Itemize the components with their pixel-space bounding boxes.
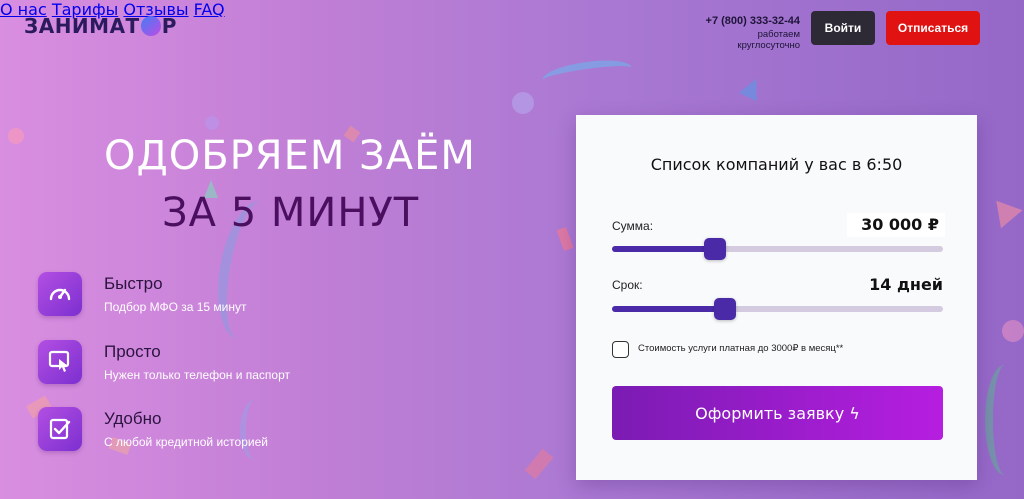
phone-note: работаем круглосуточно	[737, 29, 800, 51]
term-slider-handle[interactable]	[714, 298, 736, 320]
speedometer-icon	[38, 272, 82, 316]
nav-link-faq[interactable]: FAQ	[194, 0, 225, 19]
term-slider-fill	[612, 306, 725, 312]
amount-slider-fill	[612, 246, 715, 252]
consent-checkbox[interactable]	[612, 341, 629, 358]
confetti-triangle	[985, 191, 1023, 229]
amount-label: Сумма:	[612, 219, 654, 233]
contact-phone: +7 (800) 333-32-44 работаем круглосуточн…	[693, 15, 800, 51]
form-title: Список компаний у вас в 6:50	[650, 155, 903, 174]
confetti-dot	[1002, 320, 1024, 342]
feature-convenient: Удобно С любой кредитной историей	[38, 407, 268, 451]
confetti-dot	[8, 128, 24, 144]
confetti-ribbon	[540, 55, 634, 93]
site-header: ЗАНИМАТ Р О нас Тарифы Отзывы FAQ +7 (800…	[0, 0, 1024, 56]
term-slider[interactable]	[612, 298, 943, 320]
confetti-strip	[556, 226, 574, 252]
logo-circle-icon	[140, 16, 161, 36]
term-value: 14 дней	[869, 275, 943, 294]
feature-simple: Просто Нужен только телефон и паспорт	[38, 340, 290, 384]
logo-text: ЗАНИМАТ	[24, 14, 140, 38]
hero-title-line2: ЗА 5 МИНУТ	[162, 190, 420, 236]
feature-title: Просто	[104, 342, 161, 361]
consent-label: Стоимость услуги платная до 3000₽ в меся…	[638, 343, 844, 354]
logo-text-end: Р	[161, 14, 177, 38]
loan-form-card: Список компаний у вас в 6:50 Сумма: 30 0…	[576, 115, 977, 480]
confetti-dot	[205, 116, 219, 130]
amount-slider-handle[interactable]	[704, 238, 726, 260]
feature-desc: С любой кредитной историей	[104, 435, 268, 449]
touch-screen-icon	[38, 340, 82, 384]
hero-title-line1: ОДОБРЯЕМ ЗАЁМ	[104, 133, 476, 179]
term-label: Срок:	[612, 278, 643, 292]
feature-title: Удобно	[104, 409, 162, 428]
feature-title: Быстро	[104, 274, 163, 293]
confetti-triangle	[738, 74, 766, 102]
confetti-dot	[512, 92, 534, 114]
submit-application-button[interactable]: Оформить заявку ϟ	[612, 386, 943, 440]
logo[interactable]: ЗАНИМАТ Р	[24, 14, 177, 38]
confetti-strip	[524, 448, 554, 480]
feature-desc: Подбор МФО за 15 минут	[104, 300, 247, 314]
amount-value: 30 000 ₽	[861, 215, 939, 234]
phone-number[interactable]: +7 (800) 333-32-44	[693, 15, 800, 27]
checklist-icon	[38, 407, 82, 451]
feature-fast: Быстро Подбор МФО за 15 минут	[38, 272, 247, 316]
unsubscribe-button[interactable]: Отписаться	[886, 11, 980, 45]
feature-desc: Нужен только телефон и паспорт	[104, 368, 290, 382]
amount-slider[interactable]	[612, 238, 943, 260]
confetti-ribbon	[985, 365, 1024, 475]
login-button[interactable]: Войти	[811, 11, 875, 45]
